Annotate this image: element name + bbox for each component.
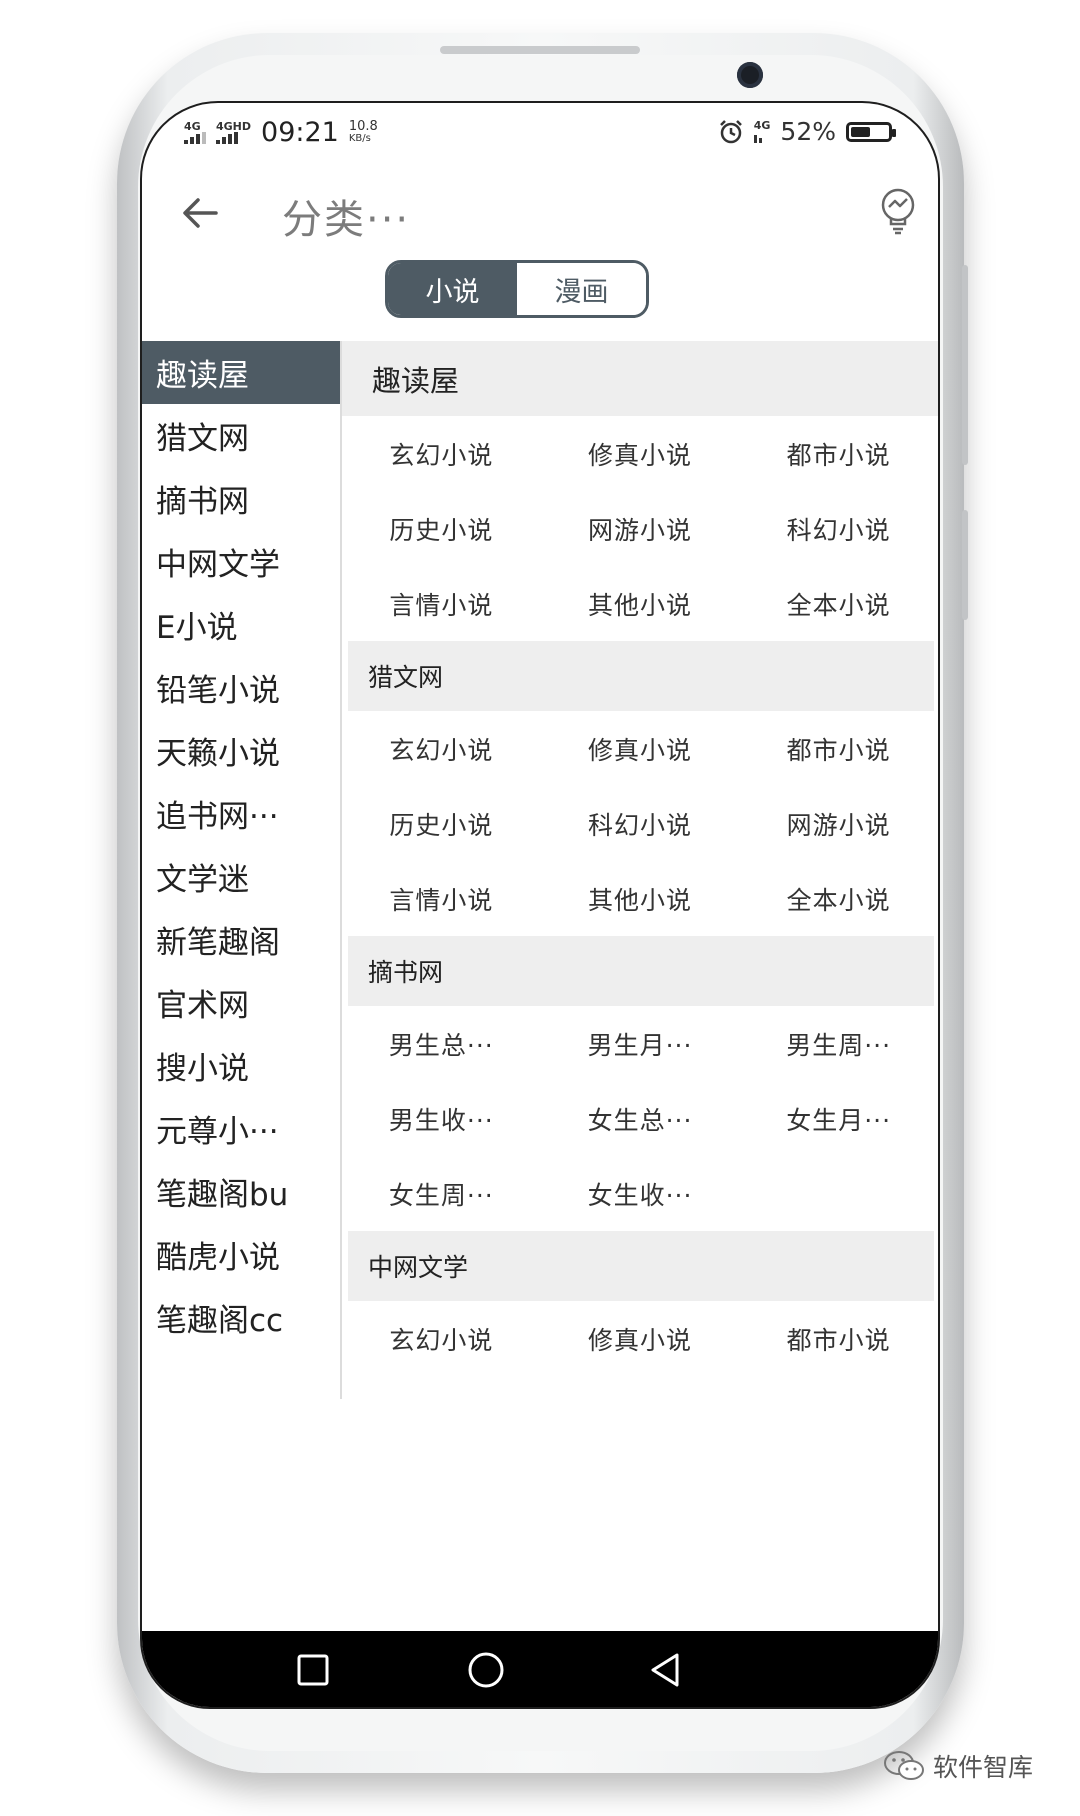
category-item[interactable]: 其他小说 [541,861,740,936]
sidebar-item-kuhu[interactable]: 酷虎小说 [142,1223,340,1286]
alarm-clock-icon [719,119,742,143]
page-title: 分类··· [282,197,411,243]
sidebar-item-biquge-bu[interactable]: 笔趣阁bu [142,1160,340,1223]
sidebar-item-liewen[interactable]: 猎文网 [142,404,340,467]
sidebar-item-wenxuemi[interactable]: 文学迷 [142,845,340,908]
category-item[interactable]: 言情小说 [342,566,541,641]
wechat-logo-icon [884,1751,924,1780]
category-item[interactable]: 玄幻小说 [342,1301,541,1376]
tab-novel[interactable]: 小说 [388,263,517,315]
source-sidebar: 趣读屋 猎文网 摘书网 中网文学 E小说 铅笔小说 天籁小说 追书网··· 文学… [142,341,342,1399]
back-triangle-icon[interactable] [645,1650,685,1690]
category-item[interactable]: 科幻小说 [739,491,938,566]
home-circle-icon[interactable] [466,1650,506,1690]
power-button [962,510,968,620]
category-item[interactable]: 修真小说 [541,416,740,491]
sidebar-item-xinbiquge[interactable]: 新笔趣阁 [142,908,340,971]
tab-comic[interactable]: 漫画 [517,263,646,315]
sidebar-item-e-novel[interactable]: E小说 [142,593,340,656]
sidebar-item-souxiaoshuo[interactable]: 搜小说 [142,1034,340,1097]
category-item[interactable]: 女生月··· [739,1081,938,1156]
signal-bars-icon [184,132,206,144]
category-item[interactable]: 言情小说 [342,861,541,936]
volume-button [962,265,968,465]
sidebar-item-guanshu[interactable]: 官术网 [142,971,340,1034]
section-header: 猎文网 [348,641,934,711]
clock: 09:21 [261,117,339,148]
category-item[interactable]: 男生收··· [342,1081,541,1156]
watermark-text: 软件智库 [933,1753,1034,1782]
category-item[interactable]: 全本小说 [739,861,938,936]
sidebar-item-tianlai[interactable]: 天籁小说 [142,719,340,782]
sidebar-item-biquge-cc[interactable]: 笔趣阁cc [142,1286,340,1349]
category-item[interactable]: 玄幻小说 [342,416,541,491]
data-arrows-icon [753,131,762,143]
category-grid-panel: 趣读屋 玄幻小说 修真小说 都市小说 历史小说 网游小说 科幻小说 言情小说 其… [342,341,938,1399]
section-grid: 玄幻小说 修真小说 都市小说 历史小说 科幻小说 网游小说 言情小说 其他小说 … [342,711,938,936]
watermark: 软件智库 [883,1748,1033,1784]
section-header: 摘书网 [348,936,934,1006]
signal-bars-icon [216,132,238,144]
category-item[interactable]: 女生周··· [342,1156,541,1231]
sidebar-item-quduwu[interactable]: 趣读屋 [142,341,340,404]
category-type-toggle: 小说 漫画 [385,260,649,318]
sidebar-item-zhuishu[interactable]: 追书网··· [142,782,340,845]
category-item[interactable]: 女生收··· [541,1156,740,1231]
arrow-left-icon[interactable] [178,191,222,235]
earpiece-speaker [440,46,640,54]
signal-2: 4GHD [216,121,251,144]
category-item[interactable]: 都市小说 [739,1301,938,1376]
category-item[interactable]: 全本小说 [739,566,938,641]
category-item[interactable]: 男生周··· [739,1006,938,1081]
section-grid: 玄幻小说 修真小说 都市小说 [342,1301,938,1376]
battery-icon [846,121,896,142]
category-item[interactable]: 其他小说 [541,566,740,641]
category-item[interactable]: 都市小说 [739,711,938,786]
category-item[interactable]: 网游小说 [739,786,938,861]
recent-apps-square-icon[interactable] [293,1650,333,1690]
sidebar-item-zhongwang[interactable]: 中网文学 [142,530,340,593]
system-navigation-bar [142,1631,938,1707]
section-grid: 男生总··· 男生月··· 男生周··· 男生收··· 女生总··· 女生月··… [342,1006,938,1231]
category-item[interactable]: 网游小说 [541,491,740,566]
category-item[interactable]: 都市小说 [739,416,938,491]
sidebar-item-qianbi[interactable]: 铅笔小说 [142,656,340,719]
network-speed: 10.8 KB/s [348,118,378,144]
category-item[interactable]: 历史小说 [342,786,541,861]
section-header: 趣读屋 [342,341,938,416]
section-grid: 玄幻小说 修真小说 都市小说 历史小说 网游小说 科幻小说 言情小说 其他小说 … [342,416,938,641]
phone-screen: 4G 4GHD 09:21 10.8 KB/s 4G 52% 分类··· 小说 … [140,101,940,1709]
category-item[interactable]: 男生月··· [541,1006,740,1081]
category-item[interactable]: 修真小说 [541,1301,740,1376]
category-item[interactable]: 历史小说 [342,491,541,566]
category-item[interactable]: 男生总··· [342,1006,541,1081]
front-camera [737,62,763,88]
category-item[interactable]: 修真小说 [541,711,740,786]
category-item[interactable]: 女生总··· [541,1081,740,1156]
lightbulb-icon[interactable] [878,187,918,237]
battery-percent: 52% [780,117,836,146]
category-content: 趣读屋 猎文网 摘书网 中网文学 E小说 铅笔小说 天籁小说 追书网··· 文学… [142,341,938,1399]
category-item[interactable]: 玄幻小说 [342,711,541,786]
signal-3: 4G [753,120,770,143]
category-item[interactable]: 科幻小说 [541,786,740,861]
status-bar: 4G 4GHD 09:21 10.8 KB/s 4G 52% [142,103,938,163]
signal-1: 4G [184,121,206,144]
sidebar-item-zhaishu[interactable]: 摘书网 [142,467,340,530]
section-header: 中网文学 [348,1231,934,1301]
sidebar-item-yuanzun[interactable]: 元尊小··· [142,1097,340,1160]
